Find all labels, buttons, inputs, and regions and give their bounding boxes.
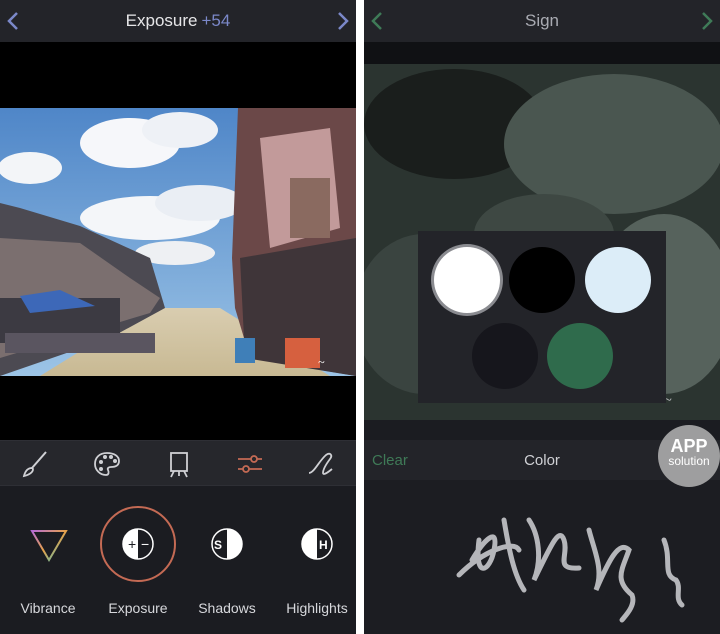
highlights-icon: H bbox=[301, 528, 333, 560]
svg-text:S: S bbox=[214, 538, 222, 552]
svg-text:H: H bbox=[319, 538, 328, 552]
chevron-left-icon[interactable] bbox=[2, 9, 26, 33]
color-swatch-black[interactable] bbox=[509, 247, 575, 313]
color-swatch-light-blue[interactable] bbox=[585, 247, 651, 313]
canvas-icon[interactable] bbox=[164, 449, 194, 479]
chevron-left-icon[interactable] bbox=[366, 9, 390, 33]
canvas-top-margin bbox=[0, 42, 356, 108]
svg-text:+: + bbox=[128, 536, 136, 552]
exposure-value: +54 bbox=[201, 11, 231, 30]
shadows-icon: S bbox=[211, 528, 243, 560]
signature-icon[interactable] bbox=[306, 449, 336, 479]
canvas-bottom-margin bbox=[0, 376, 356, 440]
svg-text:−: − bbox=[141, 536, 149, 552]
painted-street-photo[interactable]: ~ bbox=[0, 108, 356, 376]
editor-panel: Exposure +54 ~ Vibrance + − Exposure S S… bbox=[0, 0, 356, 634]
color-picker-popup bbox=[418, 231, 666, 403]
title-text: Exposure bbox=[125, 11, 198, 30]
sign-panel: Sign ~ Clear Color APP solution bbox=[364, 0, 720, 634]
chevron-right-icon[interactable] bbox=[694, 9, 718, 33]
app-solution-watermark: APP solution bbox=[658, 425, 720, 487]
chevron-right-icon[interactable] bbox=[330, 9, 354, 33]
page-title: Sign bbox=[524, 11, 560, 30]
brush-icon[interactable] bbox=[20, 449, 50, 479]
adjustment-shadows[interactable]: S Shadows bbox=[187, 504, 267, 624]
adjustment-highlights[interactable]: H Highlights bbox=[277, 504, 356, 624]
top-bar: Sign bbox=[364, 0, 720, 42]
signature-stroke bbox=[456, 517, 685, 623]
watermark-line2: solution bbox=[668, 454, 710, 468]
adjustment-exposure[interactable]: + − Exposure bbox=[98, 504, 178, 624]
sliders-icon[interactable] bbox=[235, 449, 265, 479]
page-title: Exposure +54 bbox=[126, 11, 231, 31]
tool-bar bbox=[0, 440, 356, 486]
highlights-label: Highlights bbox=[286, 600, 348, 616]
top-bar: Exposure +54 bbox=[0, 0, 356, 42]
canvas-top-margin bbox=[364, 42, 720, 64]
color-swatch-green[interactable] bbox=[547, 323, 613, 389]
photo-signature: ~ bbox=[318, 355, 325, 369]
palette-icon[interactable] bbox=[92, 449, 122, 479]
vibrance-icon bbox=[30, 530, 68, 562]
signature-canvas[interactable] bbox=[364, 480, 720, 634]
color-swatch-white[interactable] bbox=[434, 247, 500, 313]
exposure-icon: + − bbox=[100, 506, 176, 582]
watermark-line1: APP bbox=[670, 436, 708, 456]
adjustment-vibrance[interactable]: Vibrance bbox=[8, 504, 88, 624]
color-swatch-dark[interactable] bbox=[472, 323, 538, 389]
